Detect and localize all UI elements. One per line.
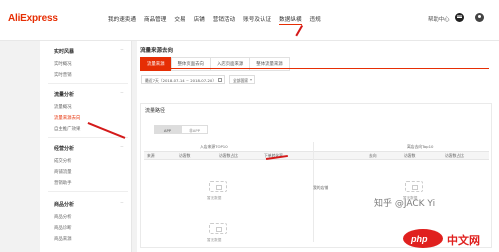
main-nav: 我的速卖通 商品管理 交易 店铺 营销活动 账号及认证 数据纵横 违规 (108, 15, 321, 25)
help-center-link[interactable]: 帮助中心 (428, 15, 450, 23)
sidebar-item-marketing-assistant[interactable]: 营销助手 (54, 180, 72, 186)
table-divider (313, 142, 314, 242)
sidebar: 实时风暴 − 实时概况 实时营销 流量分析 − 流量概况 流量来源去向 自主推广… (40, 41, 132, 252)
country-select[interactable]: 全部国家 (229, 75, 255, 84)
collapse-icon[interactable]: − (120, 91, 124, 96)
nav-product-management[interactable]: 商品管理 (144, 15, 166, 25)
sidebar-group-traffic[interactable]: 流量分析 (54, 91, 74, 98)
sidebar-group-product[interactable]: 商品分析 (54, 201, 74, 208)
empty-data-icon (209, 181, 227, 192)
nav-trade[interactable]: 交易 (174, 15, 185, 25)
collapse-icon[interactable]: − (120, 48, 124, 53)
sidebar-item-store-traffic[interactable]: 商铺流量 (54, 169, 72, 175)
sidebar-item-traffic-source[interactable]: 流量来源去向 (54, 115, 80, 121)
collapse-icon[interactable]: − (120, 145, 124, 150)
sidebar-item-promotion-effect[interactable]: 自主推广效果 (54, 126, 80, 132)
segment-non-app[interactable]: 非APP (181, 125, 208, 134)
column-header-visitors[interactable]: 访客数 (179, 153, 190, 159)
column-header-visitor-ratio[interactable]: 访客数占比 (445, 153, 464, 159)
message-icon[interactable] (455, 13, 464, 22)
nav-account[interactable]: 账号及认证 (243, 15, 271, 25)
empty-data-icon (209, 223, 227, 234)
column-header-visitors[interactable]: 访客数 (404, 153, 415, 159)
nav-violations[interactable]: 违规 (310, 15, 321, 25)
section-title: 流量路径 (145, 108, 166, 114)
empty-text-left: 暂无数据 (207, 238, 222, 242)
php-logo-text: php (411, 234, 428, 244)
nav-marketing[interactable]: 营销活动 (213, 15, 235, 25)
zhihu-watermark: 知乎 @JACK Yi (374, 199, 436, 209)
my-store-label: 我的店铺 (313, 185, 329, 190)
right-table-title: 离店去向Top10 (407, 144, 434, 149)
sidebar-group-business[interactable]: 经营分析 (54, 145, 74, 152)
left-table-title: 入店来源TOP10 (200, 144, 228, 149)
sidebar-item-traffic-overview[interactable]: 流量概况 (54, 104, 72, 110)
sidebar-divider (48, 83, 128, 84)
sidebar-item-realtime-overview[interactable]: 实时概况 (54, 61, 72, 67)
nav-data-analytics[interactable]: 数据纵横 (279, 15, 302, 25)
date-range-picker[interactable]: 最近7天（2018-07-14 ~ 2018-07-20） (141, 75, 225, 84)
collapse-icon[interactable]: − (120, 201, 124, 206)
sidebar-item-sales-analysis[interactable]: 成交分析 (54, 158, 72, 164)
page-title: 流量来源去向 (140, 48, 174, 54)
sidebar-item-product-analysis[interactable]: 商品分析 (54, 214, 72, 220)
platform-toggle: APP 非APP (154, 125, 208, 134)
empty-data-icon (405, 181, 423, 192)
country-select-value: 全部国家 (233, 78, 249, 83)
nav-my-aliexpress[interactable]: 我的速卖通 (108, 15, 136, 25)
chevron-down-icon (250, 79, 252, 81)
aliexpress-logo[interactable]: AliExpress (8, 13, 58, 24)
php-cn-text: 中文网 (447, 234, 480, 247)
sidebar-item-product-diagnosis[interactable]: 商品诊断 (54, 225, 72, 231)
main-panel: 流量来源去向 流量来源 整体页面去向 入店页面来源 整体流量来源 最近7天（20… (137, 41, 499, 252)
empty-text-left: 暂无数据 (207, 196, 222, 200)
table-header (144, 151, 489, 160)
sidebar-divider (48, 137, 128, 138)
sidebar-item-realtime-marketing[interactable]: 实时营销 (54, 72, 72, 78)
segment-app[interactable]: APP (154, 125, 181, 134)
sidebar-divider (48, 191, 128, 192)
column-header-visitor-ratio[interactable]: 访客数占比 (219, 153, 238, 159)
top-navigation-bar: AliExpress 我的速卖通 商品管理 交易 店铺 营销活动 账号及认证 数… (0, 0, 499, 41)
column-header-destination[interactable]: 去向 (369, 153, 377, 159)
tab-underline (140, 68, 489, 69)
sidebar-item-product-source[interactable]: 商品来源 (54, 236, 72, 242)
column-header-source[interactable]: 来源 (147, 153, 155, 159)
date-range-value: 最近7天（2018-07-14 ~ 2018-07-20） (145, 78, 217, 83)
user-avatar-icon[interactable] (475, 13, 484, 22)
nav-store[interactable]: 店铺 (194, 15, 205, 25)
sidebar-group-realtime[interactable]: 实时风暴 (54, 48, 74, 55)
calendar-icon (218, 78, 222, 82)
